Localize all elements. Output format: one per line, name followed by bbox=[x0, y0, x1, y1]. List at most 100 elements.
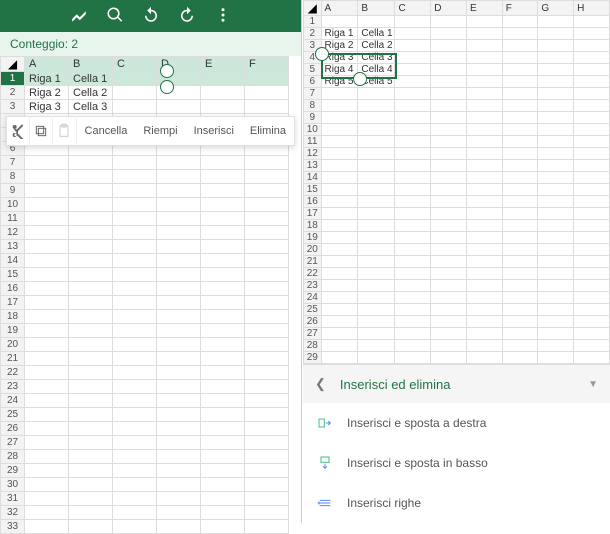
cell[interactable] bbox=[245, 380, 289, 394]
cell[interactable] bbox=[321, 196, 358, 208]
cell[interactable] bbox=[69, 268, 113, 282]
cell[interactable] bbox=[431, 196, 467, 208]
row-header[interactable]: 8 bbox=[304, 100, 322, 112]
cell[interactable] bbox=[25, 170, 69, 184]
cell[interactable] bbox=[245, 436, 289, 450]
cell[interactable] bbox=[321, 148, 358, 160]
cell[interactable] bbox=[25, 436, 69, 450]
cell[interactable] bbox=[245, 254, 289, 268]
cell[interactable] bbox=[69, 296, 113, 310]
cell[interactable] bbox=[201, 254, 245, 268]
cell[interactable] bbox=[69, 254, 113, 268]
cell[interactable] bbox=[245, 366, 289, 380]
column-header[interactable]: B bbox=[358, 1, 395, 16]
draw-icon[interactable] bbox=[70, 6, 88, 27]
row-header[interactable]: 26 bbox=[304, 316, 322, 328]
row-header[interactable]: 18 bbox=[1, 310, 25, 324]
cell[interactable] bbox=[502, 112, 538, 124]
cell[interactable] bbox=[431, 208, 467, 220]
cell[interactable] bbox=[358, 112, 395, 124]
cell[interactable] bbox=[574, 136, 610, 148]
cell[interactable] bbox=[157, 478, 201, 492]
cell[interactable] bbox=[113, 506, 157, 520]
cell[interactable] bbox=[113, 478, 157, 492]
cell[interactable] bbox=[201, 366, 245, 380]
cell[interactable] bbox=[113, 226, 157, 240]
cell[interactable] bbox=[502, 268, 538, 280]
cell[interactable]: Cella 3 bbox=[69, 100, 113, 114]
cell[interactable] bbox=[538, 136, 574, 148]
cell[interactable] bbox=[245, 394, 289, 408]
cell[interactable] bbox=[321, 328, 358, 340]
row-header[interactable]: 18 bbox=[304, 220, 322, 232]
column-header[interactable]: B bbox=[69, 57, 113, 72]
cell[interactable] bbox=[358, 136, 395, 148]
cell[interactable] bbox=[113, 464, 157, 478]
cell[interactable] bbox=[431, 268, 467, 280]
cell[interactable] bbox=[25, 352, 69, 366]
cell[interactable] bbox=[538, 328, 574, 340]
cell[interactable] bbox=[245, 492, 289, 506]
row-header[interactable]: 19 bbox=[304, 232, 322, 244]
cell[interactable] bbox=[502, 28, 538, 40]
cell[interactable] bbox=[502, 160, 538, 172]
cell[interactable] bbox=[538, 256, 574, 268]
cell[interactable] bbox=[502, 196, 538, 208]
cell[interactable] bbox=[245, 170, 289, 184]
cell[interactable] bbox=[538, 160, 574, 172]
cell[interactable] bbox=[25, 464, 69, 478]
cell[interactable] bbox=[113, 72, 157, 86]
cell[interactable] bbox=[431, 184, 467, 196]
cell[interactable] bbox=[201, 450, 245, 464]
cell[interactable] bbox=[502, 208, 538, 220]
cell[interactable] bbox=[69, 422, 113, 436]
cell[interactable] bbox=[574, 40, 610, 52]
cell[interactable] bbox=[69, 226, 113, 240]
cell[interactable] bbox=[157, 338, 201, 352]
row-header[interactable]: 20 bbox=[304, 244, 322, 256]
cell[interactable] bbox=[431, 16, 467, 28]
cell[interactable] bbox=[321, 184, 358, 196]
cell[interactable] bbox=[113, 366, 157, 380]
cell[interactable] bbox=[538, 112, 574, 124]
row-header[interactable]: 13 bbox=[1, 240, 25, 254]
cell[interactable] bbox=[69, 324, 113, 338]
cell[interactable] bbox=[245, 198, 289, 212]
cell[interactable] bbox=[466, 220, 502, 232]
cell[interactable] bbox=[538, 40, 574, 52]
cell[interactable] bbox=[502, 124, 538, 136]
cell[interactable] bbox=[245, 422, 289, 436]
row-header[interactable]: 23 bbox=[304, 280, 322, 292]
cell[interactable] bbox=[502, 244, 538, 256]
cell[interactable] bbox=[25, 478, 69, 492]
cell[interactable] bbox=[25, 422, 69, 436]
cell[interactable] bbox=[466, 208, 502, 220]
cell[interactable] bbox=[201, 422, 245, 436]
cell[interactable] bbox=[395, 88, 431, 100]
cell[interactable] bbox=[431, 220, 467, 232]
cell[interactable] bbox=[201, 240, 245, 254]
cell[interactable] bbox=[431, 28, 467, 40]
row-header[interactable]: 27 bbox=[304, 328, 322, 340]
column-header[interactable]: F bbox=[245, 57, 289, 72]
cell[interactable] bbox=[431, 256, 467, 268]
row-header[interactable]: 26 bbox=[1, 422, 25, 436]
cell[interactable] bbox=[431, 172, 467, 184]
row-header[interactable]: 25 bbox=[304, 304, 322, 316]
row-header[interactable]: 25 bbox=[1, 408, 25, 422]
cell[interactable] bbox=[113, 436, 157, 450]
back-icon[interactable]: ❮ bbox=[315, 376, 326, 392]
cell[interactable] bbox=[395, 64, 431, 76]
cell[interactable] bbox=[245, 310, 289, 324]
cell[interactable] bbox=[502, 40, 538, 52]
cell[interactable] bbox=[201, 310, 245, 324]
cell[interactable] bbox=[466, 256, 502, 268]
cell[interactable] bbox=[321, 352, 358, 364]
row-header[interactable]: 14 bbox=[304, 172, 322, 184]
cell[interactable] bbox=[574, 160, 610, 172]
cell[interactable] bbox=[113, 268, 157, 282]
cell[interactable] bbox=[245, 268, 289, 282]
cell[interactable] bbox=[502, 136, 538, 148]
cell[interactable] bbox=[358, 100, 395, 112]
cell[interactable] bbox=[574, 76, 610, 88]
